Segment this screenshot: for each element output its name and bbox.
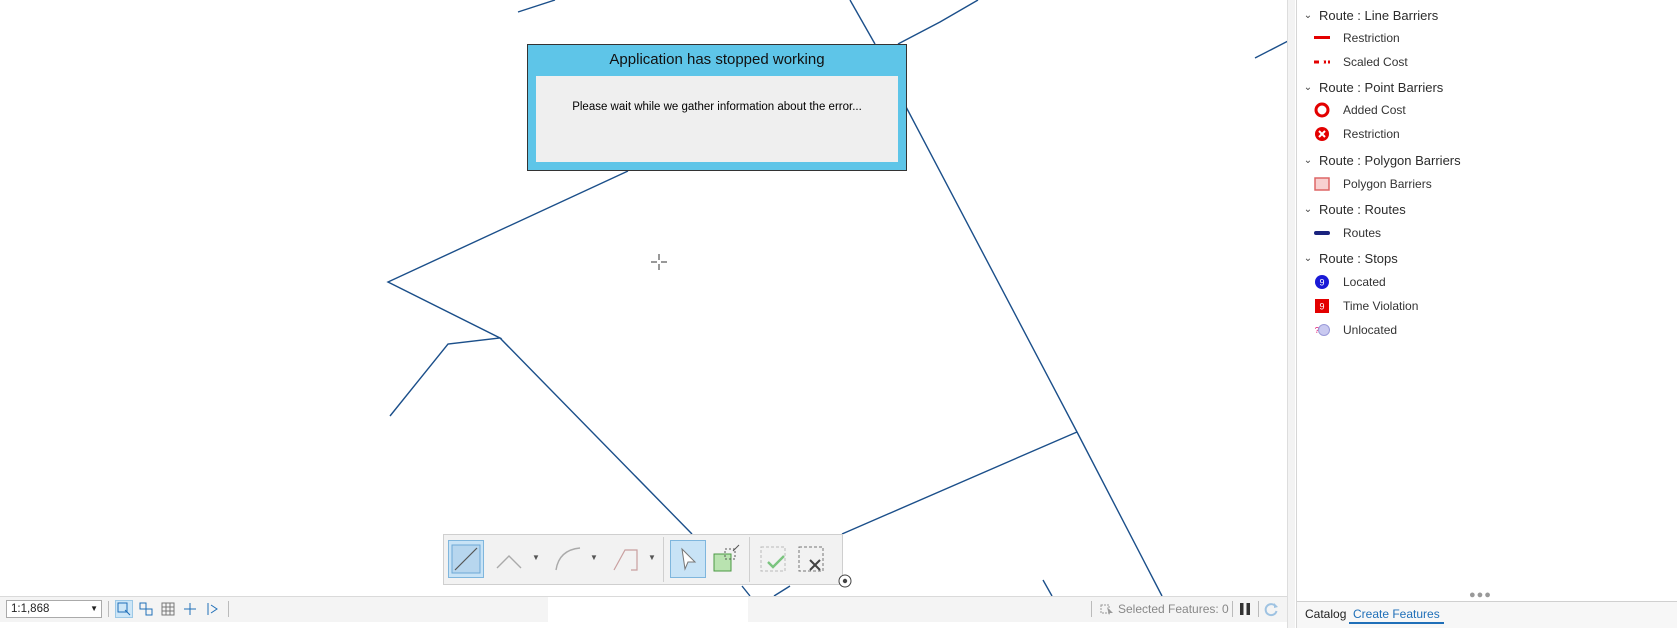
arc-tool-button[interactable] [550, 540, 586, 578]
chevron-down-icon[interactable]: ⌄ [1297, 82, 1319, 93]
legend-group-stops[interactable]: ⌄ Route : Stops [1297, 248, 1398, 268]
tab-create-features[interactable]: Create Features [1349, 606, 1444, 624]
finish-button[interactable] [755, 540, 791, 578]
pause-button[interactable] [1236, 600, 1254, 618]
legend-item-added-cost[interactable]: Added Cost [1311, 100, 1406, 120]
right-angle-icon [613, 549, 638, 571]
grid-button[interactable] [159, 600, 177, 618]
legend-item-scaled-cost[interactable]: Scaled Cost [1311, 52, 1408, 72]
legend-group-point-barriers[interactable]: ⌄ Route : Point Barriers [1297, 77, 1443, 97]
red-stop-icon: 9 [1311, 298, 1333, 314]
select-tool-button[interactable] [670, 540, 706, 578]
street-line [841, 431, 1078, 535]
scale-value: 1:1,868 [11, 603, 50, 615]
legend-item-point-restriction[interactable]: Restriction [1311, 124, 1400, 144]
crosshair-cursor-icon [650, 253, 668, 271]
error-dialog: Application has stopped working Please w… [527, 44, 907, 171]
more-options-grip-icon[interactable]: ●●● [1469, 589, 1492, 601]
street-line [386, 170, 629, 417]
close-icon [798, 546, 824, 572]
arc-icon [555, 547, 581, 571]
line-tool-button[interactable] [448, 540, 484, 578]
red-dashed-line-icon [1311, 54, 1333, 70]
status-bar: 1:1,868 ▼ Selected Features: 0 [0, 596, 1287, 622]
correction-button[interactable] [203, 600, 221, 618]
select-arrow-icon [681, 547, 697, 571]
red-x-circle-icon [1311, 126, 1333, 142]
refresh-icon [1264, 603, 1278, 617]
legend-item-routes[interactable]: Routes [1311, 223, 1381, 243]
legend-item-located[interactable]: 9 Located [1311, 272, 1386, 292]
svg-text:9: 9 [1319, 278, 1324, 288]
polyline-tool-button[interactable] [492, 540, 528, 578]
street-line [1254, 39, 1290, 59]
grid-icon [161, 602, 175, 616]
street-line [1042, 579, 1053, 597]
constraints-button[interactable] [181, 600, 199, 618]
legend-group-routes[interactable]: ⌄ Route : Routes [1297, 199, 1406, 219]
dialog-title: Application has stopped working [609, 51, 825, 68]
edit-vertices-button[interactable] [708, 540, 744, 578]
legend-item-unlocated[interactable]: ? Unlocated [1311, 320, 1397, 340]
chevron-down-icon[interactable]: ⌄ [1297, 253, 1319, 264]
edit-vertices-icon [713, 544, 740, 572]
chevron-down-icon[interactable]: ⌄ [1297, 155, 1319, 166]
legend-group-polygon-barriers[interactable]: ⌄ Route : Polygon Barriers [1297, 150, 1461, 170]
create-features-toolbar: ▼ ▼ ▼ [443, 534, 843, 585]
chevron-down-icon[interactable]: ⌄ [1297, 204, 1319, 215]
legend-item-line-restriction[interactable]: Restriction [1311, 28, 1400, 48]
chevron-down-icon[interactable]: ▼ [532, 553, 540, 562]
dialog-body: Please wait while we gather information … [536, 76, 898, 162]
street-line [499, 337, 693, 535]
chevron-down-icon: ▼ [90, 604, 98, 613]
street-line [517, 0, 556, 13]
chevron-down-icon[interactable]: ▼ [590, 553, 598, 562]
street-line [741, 585, 751, 597]
street-line [897, 0, 979, 45]
correction-icon [207, 603, 218, 615]
feature-dimensions-button[interactable] [137, 600, 155, 618]
navy-line-icon [1311, 225, 1333, 241]
red-line-icon [1311, 30, 1333, 46]
street-line [773, 585, 791, 597]
dimension-icon [139, 602, 153, 616]
refresh-button[interactable] [1262, 600, 1280, 618]
contents-pane: ⌄ Route : Line Barriers Restriction Scal… [1296, 0, 1677, 628]
check-icon [760, 546, 786, 572]
chevron-down-icon[interactable]: ⌄ [1297, 10, 1319, 21]
snapping-icon [117, 602, 131, 616]
tab-catalog[interactable]: Catalog [1301, 606, 1350, 622]
line-icon [451, 544, 481, 574]
unlocated-stop-icon: ? [1311, 322, 1333, 338]
discard-button[interactable] [793, 540, 829, 578]
selection-icon [1098, 600, 1116, 618]
pause-icon [1240, 603, 1250, 615]
pane-splitter[interactable] [1287, 0, 1295, 628]
snapping-button[interactable] [115, 600, 133, 618]
pink-rect-icon [1311, 176, 1333, 192]
street-line [903, 102, 1163, 597]
selected-features-count: Selected Features: 0 [1118, 602, 1229, 616]
blue-stop-icon: 9 [1311, 274, 1333, 290]
legend-group-line-barriers[interactable]: ⌄ Route : Line Barriers [1297, 5, 1438, 25]
polyline-icon [496, 555, 522, 569]
gear-icon[interactable] [838, 574, 852, 588]
right-angle-tool-button[interactable] [608, 540, 644, 578]
chevron-down-icon[interactable]: ▼ [648, 553, 656, 562]
street-line [849, 0, 876, 45]
pane-tabs: Catalog Create Features [1297, 601, 1677, 628]
scale-selector[interactable]: 1:1,868 ▼ [6, 600, 102, 618]
legend-item-polygon-barriers[interactable]: Polygon Barriers [1311, 174, 1432, 194]
legend-item-time-violation[interactable]: 9 Time Violation [1311, 296, 1418, 316]
constraint-icon [184, 603, 196, 615]
dialog-message: Please wait while we gather information … [572, 101, 862, 113]
svg-text:9: 9 [1319, 302, 1324, 312]
red-ring-icon [1311, 102, 1333, 118]
